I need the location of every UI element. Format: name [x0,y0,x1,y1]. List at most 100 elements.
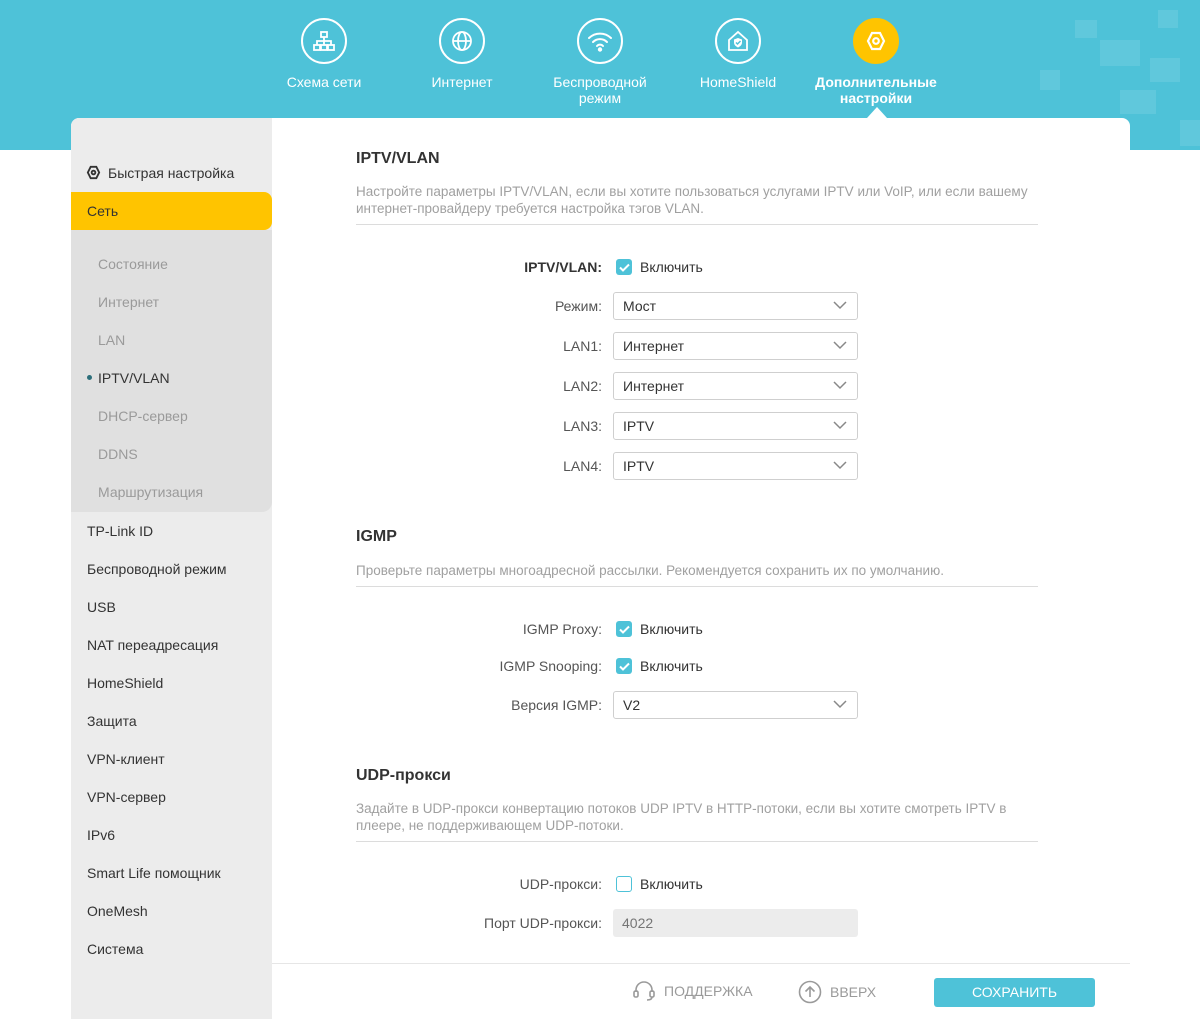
mode-label: Режим: [554,298,602,314]
wifi-icon [577,18,623,64]
top-navigation: Схема сети Интернет Беспроводной режим H… [255,18,945,106]
check-icon [618,625,630,634]
lan4-label: LAN4: [563,458,602,474]
lan1-label: LAN1: [563,338,602,354]
advanced-gear-icon [853,18,899,64]
section-divider [356,224,1038,225]
igmp-version-select[interactable]: V2 [613,691,858,719]
igmp-proxy-label: IGMP Proxy: [522,621,602,637]
section-description-iptv: Настройте параметры IPTV/VLAN, если вы х… [356,184,1028,216]
sidebar-item-network[interactable]: Сеть [71,192,272,230]
support-link[interactable]: ПОДДЕРЖКА [632,980,753,1002]
sidebar-item-nat[interactable]: NAT переадресация [87,637,218,653]
banner-decoration [1075,20,1097,38]
banner-decoration [1040,70,1060,90]
lan1-select[interactable]: Интернет [613,332,858,360]
sidebar-item-security[interactable]: Защита [87,713,137,729]
lan2-select[interactable]: Интернет [613,372,858,400]
top-label: ВВЕРХ [830,984,877,1000]
igmp-proxy-checkbox[interactable] [616,621,632,637]
section-divider [356,841,1038,842]
banner-decoration [1158,10,1178,28]
chevron-down-icon [833,421,847,430]
back-to-top-link[interactable]: ВВЕРХ [798,980,876,1004]
sidebar-item-vpn-server[interactable]: VPN-сервер [87,789,166,805]
chevron-down-icon [833,301,847,310]
current-indicator-dot [87,375,92,380]
sidebar-subitem-iptv-vlan[interactable]: IPTV/VLAN [98,370,170,386]
igmp-snooping-label: IGMP Snooping: [499,658,602,674]
lan1-select-value: Интернет [623,338,685,354]
sidebar-submenu: Состояние Интернет LAN IPTV/VLAN DHCP-се… [71,230,272,512]
nav-homeshield[interactable]: HomeShield [669,18,807,106]
network-map-icon [301,18,347,64]
banner-decoration [1120,90,1156,114]
headset-icon [633,981,655,1001]
lan3-label: LAN3: [563,418,602,434]
sidebar-item-tplink-id[interactable]: TP-Link ID [87,523,153,539]
sidebar-item-wireless[interactable]: Беспроводной режим [87,561,227,577]
section-divider [356,586,1038,587]
nav-label: Интернет [431,74,493,90]
sidebar-item-label: Быстрая настройка [108,164,235,181]
nav-label: Дополнительные настройки [815,74,937,106]
sidebar: Быстрая настройка Сеть Состояние Интерне… [71,118,272,1019]
chevron-down-icon [833,700,847,709]
udp-port-input [613,909,858,937]
gear-icon [86,165,101,180]
section-title-igmp: IGMP [356,528,397,545]
igmp-version-value: V2 [623,697,641,713]
mode-select[interactable]: Мост [613,292,858,320]
footer-bar: ПОДДЕРЖКА ВВЕРХ СОХРАНИТЬ [272,963,1130,1019]
sidebar-item-vpn-client[interactable]: VPN-клиент [87,751,165,767]
section-title-iptv: IPTV/VLAN [356,150,440,167]
iptv-enable-text[interactable]: Включить [640,259,703,275]
lan2-label: LAN2: [563,378,602,394]
igmp-proxy-text[interactable]: Включить [640,621,703,637]
iptv-enable-checkbox[interactable] [616,259,632,275]
support-label: ПОДДЕРЖКА [664,983,753,999]
save-button[interactable]: СОХРАНИТЬ [934,978,1095,1007]
sidebar-item-smart-life[interactable]: Smart Life помощник [87,865,221,881]
lan3-select[interactable]: IPTV [613,412,858,440]
section-description-udp: Задайте в UDP-прокси конвертацию потоков… [356,801,1007,833]
sidebar-subitem-status[interactable]: Состояние [98,256,168,272]
sidebar-item-quick-setup[interactable]: Быстрая настройка [85,164,234,181]
sidebar-item-ipv6[interactable]: IPv6 [87,827,115,843]
sidebar-item-usb[interactable]: USB [87,599,116,615]
igmp-snooping-checkbox[interactable] [616,658,632,674]
sidebar-subitem-lan[interactable]: LAN [98,332,125,348]
sidebar-item-system[interactable]: Система [87,941,143,957]
lan3-select-value: IPTV [623,418,655,434]
check-icon [618,662,630,671]
nav-label: HomeShield [699,74,777,90]
nav-wireless[interactable]: Беспроводной режим [531,18,669,106]
banner-decoration [1100,40,1140,66]
arrow-up-icon [798,980,822,1004]
lan2-select-value: Интернет [623,378,685,394]
banner-decoration [1150,58,1180,82]
nav-label: Беспроводной режим [553,74,647,106]
chevron-down-icon [833,341,847,350]
nav-network-map[interactable]: Схема сети [255,18,393,106]
sidebar-item-homeshield[interactable]: HomeShield [87,675,163,691]
section-title-udp: UDP-прокси [356,767,451,784]
iptv-enable-label: IPTV/VLAN: [524,259,602,275]
homeshield-icon [715,18,761,64]
sidebar-subitem-routing[interactable]: Маршрутизация [98,484,203,500]
igmp-version-label: Версия IGMP: [511,697,602,713]
check-icon [618,263,630,272]
igmp-snooping-text[interactable]: Включить [640,658,703,674]
sidebar-subitem-dhcp[interactable]: DHCP-сервер [98,408,188,424]
udp-proxy-label: UDP-прокси: [519,876,602,892]
nav-internet[interactable]: Интернет [393,18,531,106]
sidebar-subitem-ddns[interactable]: DDNS [98,446,138,462]
sidebar-subitem-internet[interactable]: Интернет [98,294,159,310]
mode-select-value: Мост [623,298,657,314]
sidebar-item-onemesh[interactable]: OneMesh [87,903,148,919]
chevron-down-icon [833,381,847,390]
udp-proxy-text[interactable]: Включить [640,876,703,892]
nav-advanced[interactable]: Дополнительные настройки [807,18,945,106]
udp-proxy-checkbox[interactable] [616,876,632,892]
lan4-select[interactable]: IPTV [613,452,858,480]
